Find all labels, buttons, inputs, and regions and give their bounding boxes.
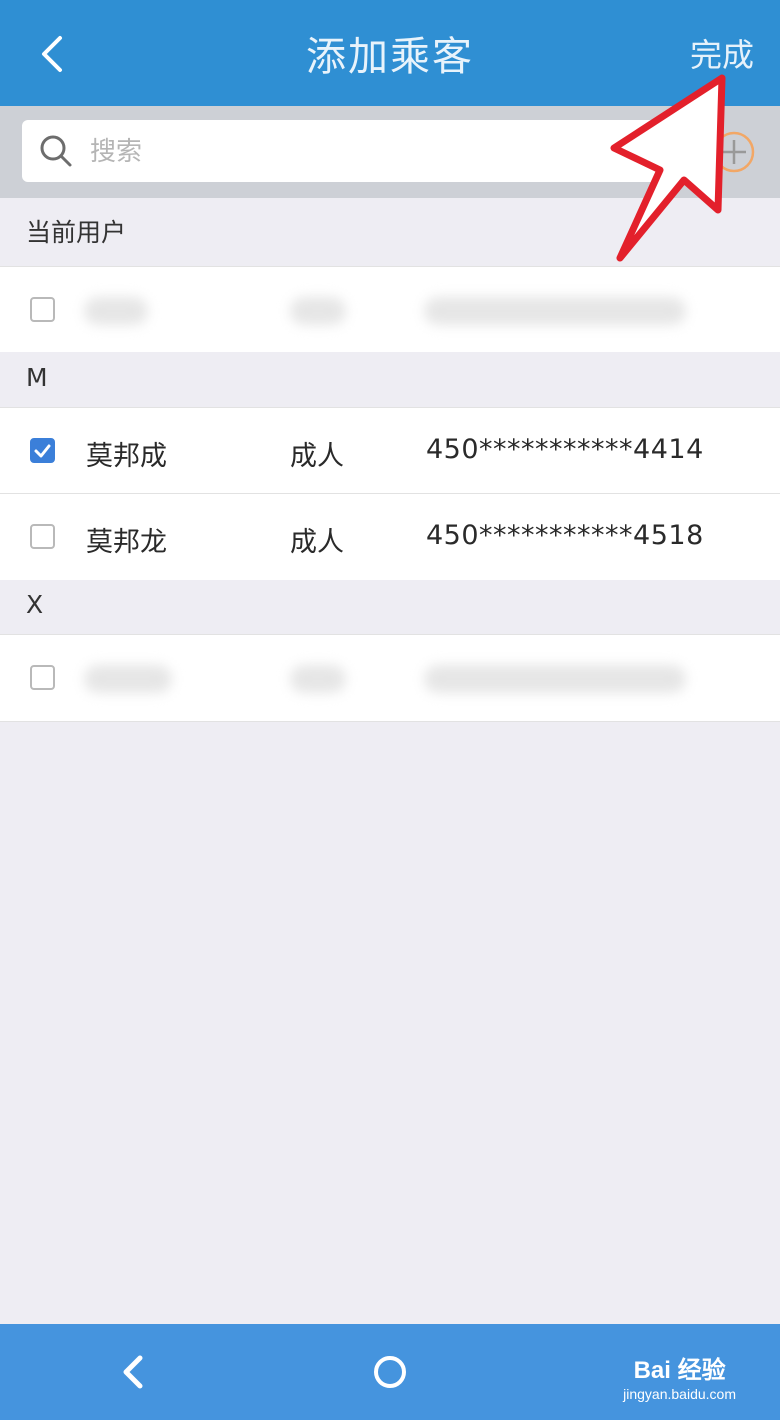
passenger-name: 莫邦龙: [86, 527, 167, 558]
nav-home-icon[interactable]: [372, 1354, 408, 1390]
search-input[interactable]: [88, 120, 652, 184]
passenger-checkbox[interactable]: [30, 297, 55, 322]
blurred-id: [424, 297, 686, 325]
passenger-checkbox[interactable]: [30, 665, 55, 690]
passenger-name: 莫邦成: [86, 441, 167, 472]
passenger-row[interactable]: 莫邦成 成人 450***********4414: [0, 407, 780, 495]
blurred-type: [290, 297, 346, 325]
blurred-name: [84, 297, 148, 325]
blurred-name: [84, 665, 172, 693]
blurred-id: [424, 665, 686, 693]
passenger-checkbox-checked[interactable]: [30, 438, 55, 463]
search-box[interactable]: [22, 120, 686, 184]
system-nav-bar: Bai 经验 jingyan.baidu.com: [0, 1324, 780, 1420]
section-header-m: M: [0, 352, 780, 408]
passenger-checkbox[interactable]: [30, 524, 55, 549]
watermark-brand: Bai 经验: [633, 1357, 726, 1384]
passenger-type: 成人: [290, 441, 344, 472]
passenger-row-blurred[interactable]: [0, 634, 780, 722]
passenger-type: 成人: [290, 527, 344, 558]
search-icon: [40, 135, 72, 167]
watermark-url: jingyan.baidu.com: [623, 1386, 736, 1402]
checkmark-icon: [34, 444, 51, 458]
nav-back-icon[interactable]: [116, 1352, 150, 1392]
passenger-id: 450***********4518: [426, 520, 704, 551]
section-header-x: X: [0, 580, 780, 634]
passenger-row[interactable]: 莫邦龙 成人 450***********4518: [0, 493, 780, 581]
blurred-type: [290, 665, 346, 693]
passenger-row-current-user[interactable]: [0, 266, 780, 354]
baidu-jingyan-watermark: Bai 经验 jingyan.baidu.com: [623, 1356, 736, 1402]
annotation-arrow-icon: [610, 74, 726, 262]
passenger-id: 450***********4414: [426, 434, 704, 465]
